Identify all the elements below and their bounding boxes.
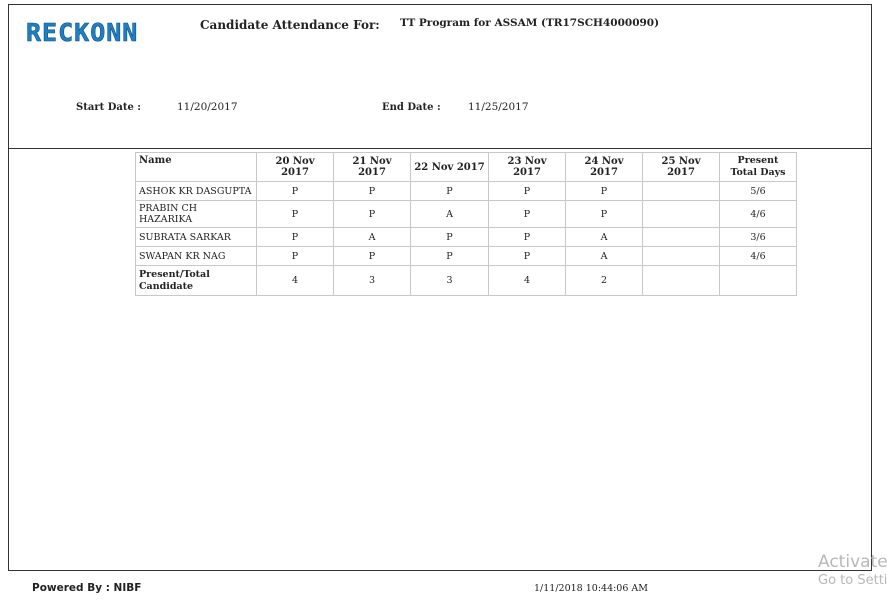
summary-row: Present/Total Candidate 4 3 3 4 2 bbox=[135, 265, 797, 296]
attendance-cell: P bbox=[333, 246, 411, 266]
attendance-cell: P bbox=[488, 227, 566, 247]
table-row: SWAPAN KR NAG P P P P A 4/6 bbox=[135, 246, 797, 266]
start-date-value: 11/20/2017 bbox=[177, 101, 238, 113]
reckonn-logo: RECKONN bbox=[26, 18, 139, 48]
activation-watermark: Activate Go to Setti bbox=[818, 552, 887, 588]
attendance-cell: P bbox=[410, 227, 489, 247]
attendance-cell bbox=[642, 246, 720, 266]
summary-count: 4 bbox=[488, 265, 566, 296]
present-total-cell: 4/6 bbox=[719, 246, 797, 266]
attendance-cell: P bbox=[333, 200, 411, 228]
column-header-date: 24 Nov 2017 bbox=[565, 152, 643, 182]
column-header-date: 25 Nov 2017 bbox=[642, 152, 720, 182]
present-total-cell: 4/6 bbox=[719, 200, 797, 228]
attendance-cell: P bbox=[410, 246, 489, 266]
attendance-cell: P bbox=[256, 227, 334, 247]
attendance-cell: P bbox=[488, 246, 566, 266]
present-total-cell: 3/6 bbox=[719, 227, 797, 247]
header-divider bbox=[8, 148, 872, 149]
summary-count bbox=[642, 265, 720, 296]
column-header-date: 20 Nov 2017 bbox=[256, 152, 334, 182]
column-header-date: 23 Nov 2017 bbox=[488, 152, 566, 182]
program-name: TT Program for ASSAM (TR17SCH4000090) bbox=[400, 17, 660, 29]
report-timestamp: 1/11/2018 10:44:06 AM bbox=[534, 583, 649, 594]
column-header-date: 22 Nov 2017 bbox=[410, 152, 489, 182]
column-header-name: Name bbox=[135, 152, 257, 182]
watermark-line-1: Activate bbox=[818, 552, 887, 572]
watermark-line-2: Go to Setti bbox=[818, 573, 887, 588]
attendance-cell: P bbox=[488, 200, 566, 228]
column-header-present-total: Present Total Days bbox=[719, 152, 797, 182]
table-row: PRABIN CH HAZARIKA P P A P P 4/6 bbox=[135, 200, 797, 228]
table-header-row: Name 20 Nov 2017 21 Nov 2017 22 Nov 2017… bbox=[135, 152, 797, 182]
candidate-name: PRABIN CH HAZARIKA bbox=[135, 200, 257, 228]
attendance-cell: P bbox=[565, 181, 643, 201]
attendance-cell: P bbox=[565, 200, 643, 228]
attendance-cell: A bbox=[565, 246, 643, 266]
attendance-cell: P bbox=[256, 246, 334, 266]
attendance-cell: A bbox=[333, 227, 411, 247]
attendance-cell: P bbox=[410, 181, 489, 201]
attendance-cell: P bbox=[488, 181, 566, 201]
summary-count: 3 bbox=[333, 265, 411, 296]
candidate-name: SUBRATA SARKAR bbox=[135, 227, 257, 247]
powered-by: Powered By : NIBF bbox=[32, 582, 142, 594]
attendance-cell: A bbox=[565, 227, 643, 247]
table-row: SUBRATA SARKAR P A P P A 3/6 bbox=[135, 227, 797, 247]
summary-count: 2 bbox=[565, 265, 643, 296]
table-row: ASHOK KR DASGUPTA P P P P P 5/6 bbox=[135, 181, 797, 201]
summary-count bbox=[719, 265, 797, 296]
attendance-cell: A bbox=[410, 200, 489, 228]
column-header-date: 21 Nov 2017 bbox=[333, 152, 411, 182]
start-date-label: Start Date : bbox=[76, 102, 141, 113]
summary-label: Present/Total Candidate bbox=[135, 265, 257, 296]
attendance-cell: P bbox=[256, 200, 334, 228]
report-title-label: Candidate Attendance For: bbox=[200, 18, 380, 32]
summary-count: 3 bbox=[410, 265, 489, 296]
summary-count: 4 bbox=[256, 265, 334, 296]
attendance-table: Name 20 Nov 2017 21 Nov 2017 22 Nov 2017… bbox=[135, 152, 797, 296]
attendance-cell bbox=[642, 227, 720, 247]
end-date-value: 11/25/2017 bbox=[468, 101, 529, 113]
attendance-cell bbox=[642, 200, 720, 228]
attendance-cell bbox=[642, 181, 720, 201]
candidate-name: SWAPAN KR NAG bbox=[135, 246, 257, 266]
attendance-cell: P bbox=[256, 181, 334, 201]
attendance-cell: P bbox=[333, 181, 411, 201]
present-total-cell: 5/6 bbox=[719, 181, 797, 201]
candidate-name: ASHOK KR DASGUPTA bbox=[135, 181, 257, 201]
end-date-label: End Date : bbox=[382, 102, 441, 113]
